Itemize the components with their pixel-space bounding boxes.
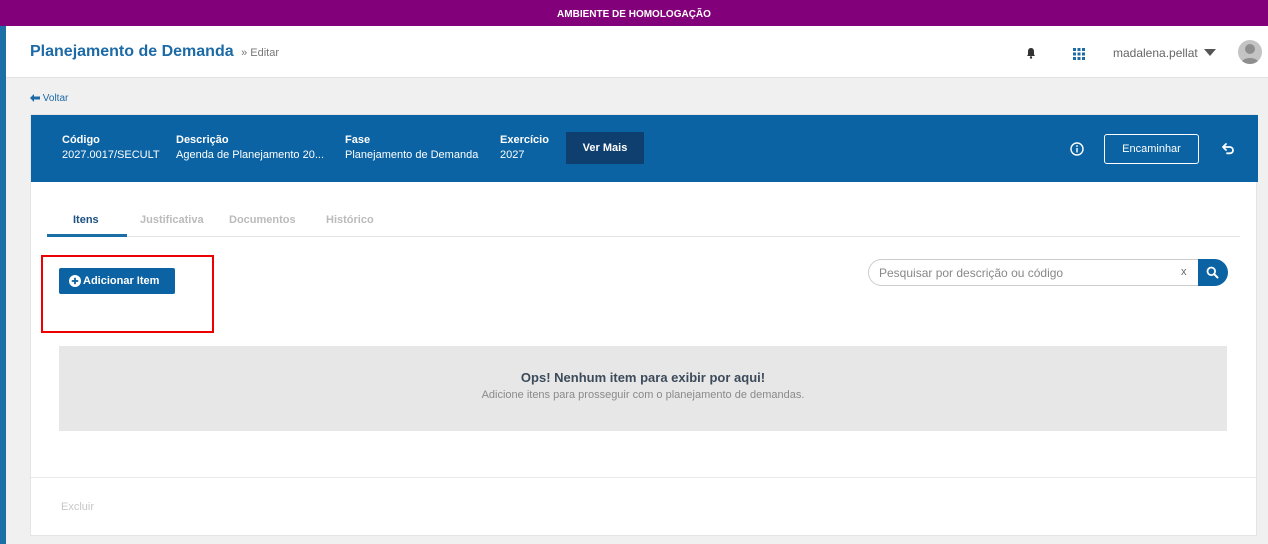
codigo-field: Código 2027.0017/SECULT bbox=[62, 134, 160, 161]
info-icon[interactable] bbox=[1070, 142, 1084, 156]
empty-state-title: Ops! Nenhum item para exibir por aqui! bbox=[520, 370, 766, 385]
search-box: x bbox=[868, 259, 1228, 286]
caret-down-icon[interactable] bbox=[1204, 49, 1216, 56]
demand-card: Código 2027.0017/SECULT Descrição Agenda… bbox=[30, 114, 1258, 536]
fase-label: Fase bbox=[345, 134, 371, 146]
tab-justificativa[interactable]: Justificativa bbox=[140, 214, 204, 226]
page-title-text: Planejamento de Demanda bbox=[30, 43, 234, 60]
bell-icon[interactable] bbox=[1024, 46, 1038, 60]
empty-state-panel: Ops! Nenhum item para exibir por aqui! A… bbox=[59, 346, 1227, 431]
back-link-label: Voltar bbox=[42, 93, 69, 104]
arrow-left-icon bbox=[30, 94, 40, 102]
fase-field: Fase Planejamento de Demanda bbox=[345, 134, 478, 161]
ver-mais-button[interactable]: Ver Mais bbox=[566, 132, 644, 164]
codigo-value: 2027.0017/SECULT bbox=[62, 149, 160, 161]
apps-grid-icon[interactable] bbox=[1073, 48, 1085, 60]
active-tab-indicator bbox=[47, 234, 127, 237]
codigo-label: Código bbox=[62, 134, 100, 146]
excluir-button[interactable]: Excluir bbox=[61, 501, 94, 513]
descricao-field: Descrição Agenda de Planejamento 20... bbox=[176, 134, 324, 161]
search-icon bbox=[1206, 266, 1219, 279]
descricao-label: Descrição bbox=[176, 134, 229, 146]
tab-historico[interactable]: Histórico bbox=[326, 214, 374, 226]
encaminhar-button[interactable]: Encaminhar bbox=[1104, 134, 1199, 164]
fase-value: Planejamento de Demanda bbox=[345, 149, 479, 161]
demand-info-bar: Código 2027.0017/SECULT Descrição Agenda… bbox=[31, 115, 1258, 182]
exercicio-field: Exercício 2027 bbox=[500, 134, 549, 161]
tab-bar: Itens Justificativa Documentos Histórico bbox=[47, 208, 1240, 237]
user-menu-name[interactable]: madalena.pellat bbox=[1113, 46, 1198, 60]
undo-icon[interactable] bbox=[1221, 141, 1235, 155]
highlight-annotation-box bbox=[41, 255, 214, 333]
descricao-value: Agenda de Planejamento 20... bbox=[176, 149, 325, 161]
page-title: Planejamento de Demanda » Editar bbox=[30, 43, 279, 61]
search-button[interactable] bbox=[1198, 259, 1228, 286]
footer-divider bbox=[31, 477, 1256, 478]
exercicio-label: Exercício bbox=[500, 134, 549, 146]
left-accent-stripe bbox=[0, 26, 6, 544]
top-navbar: Planejamento de Demanda » Editar madalen… bbox=[6, 26, 1268, 78]
tab-documentos[interactable]: Documentos bbox=[229, 214, 296, 226]
search-input[interactable] bbox=[868, 259, 1200, 286]
clear-search-button[interactable]: x bbox=[1181, 266, 1187, 278]
breadcrumb-suffix: » Editar bbox=[241, 47, 279, 59]
avatar-icon[interactable] bbox=[1238, 40, 1262, 64]
environment-banner: AMBIENTE DE HOMOLOGAÇÃO bbox=[0, 0, 1268, 26]
exercicio-value: 2027 bbox=[500, 149, 525, 161]
tab-itens[interactable]: Itens bbox=[73, 214, 99, 226]
empty-state-text: Adicione itens para prosseguir com o pla… bbox=[481, 389, 805, 401]
back-link[interactable]: Voltar bbox=[30, 93, 68, 104]
